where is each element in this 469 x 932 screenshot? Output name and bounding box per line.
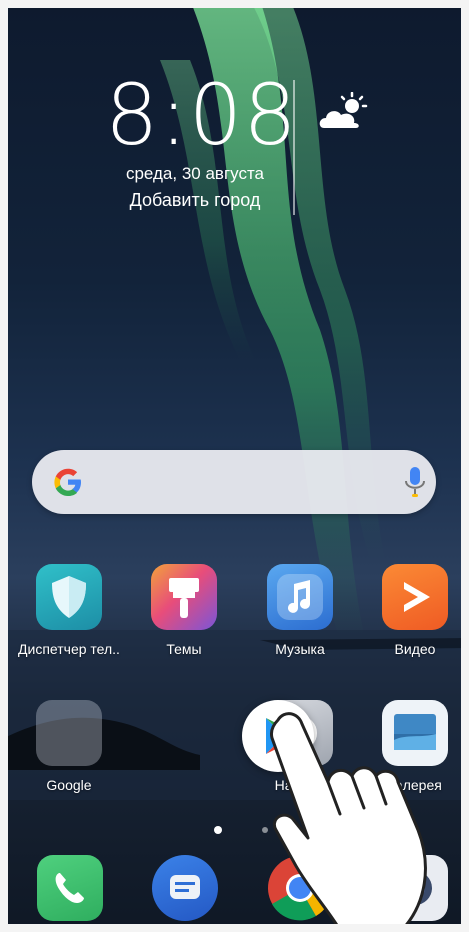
- folder-google[interactable]: Google: [14, 700, 124, 793]
- music-note-icon: [267, 564, 333, 630]
- shield-icon: [36, 564, 102, 630]
- camera-icon: [398, 871, 432, 905]
- clock-date: среда, 30 августа: [125, 164, 265, 183]
- clock-widget[interactable]: 8:08 среда, 30 августа Добавить город: [105, 66, 298, 211]
- dock-phone[interactable]: [37, 855, 103, 921]
- chrome-icon: [268, 856, 333, 921]
- app-label: Диспетчер тел..: [18, 641, 120, 657]
- google-g-icon: [54, 468, 81, 496]
- clock-time: 8:08: [105, 66, 298, 164]
- play-store-icon: [266, 718, 299, 754]
- app-label: Google: [46, 777, 92, 793]
- app-themes[interactable]: Темы: [129, 564, 239, 657]
- widget-divider: [293, 80, 295, 215]
- paint-brush-icon: [151, 564, 217, 630]
- folder-icon: [36, 700, 102, 766]
- dock-chrome[interactable]: [267, 855, 333, 921]
- page-indicator: [0, 826, 469, 834]
- page-dot[interactable]: [262, 827, 268, 833]
- app-gallery[interactable]: Галерея: [360, 700, 469, 793]
- app-phone-manager[interactable]: Диспетчер тел..: [14, 564, 124, 657]
- app-label: Настр...: [274, 777, 326, 793]
- add-city-link[interactable]: Добавить город: [105, 190, 285, 211]
- app-label: Музыка: [275, 641, 325, 657]
- app-video[interactable]: Видео: [360, 564, 469, 657]
- dragged-play-store-app[interactable]: [242, 700, 314, 772]
- app-music[interactable]: Музыка: [245, 564, 355, 657]
- page-dot-active[interactable]: [214, 826, 222, 834]
- partly-cloudy-icon[interactable]: [318, 92, 372, 132]
- google-search-bar[interactable]: [32, 450, 436, 514]
- phone-icon: [55, 873, 84, 903]
- play-icon: [382, 564, 448, 630]
- app-label: Видео: [394, 641, 436, 657]
- dock-messages[interactable]: [152, 855, 218, 921]
- dock-camera[interactable]: [382, 855, 448, 921]
- messages-icon: [170, 875, 200, 899]
- gallery-icon: [382, 700, 448, 766]
- app-label: Темы: [166, 641, 202, 657]
- app-label: Галерея: [388, 777, 442, 793]
- microphone-icon[interactable]: [404, 464, 426, 500]
